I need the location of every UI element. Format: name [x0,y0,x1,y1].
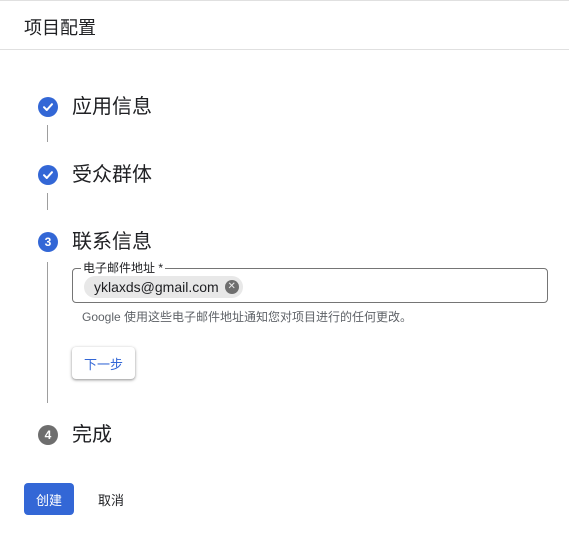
step-2-label[interactable]: 受众群体 [72,163,152,187]
page-header: 项目配置 [0,1,569,50]
step-1-label[interactable]: 应用信息 [72,95,152,119]
page-title: 项目配置 [24,18,96,38]
step-1-check-icon [38,97,58,117]
step-connector [47,262,48,403]
step-3-label[interactable]: 联系信息 [72,230,152,254]
step-connector [47,193,48,210]
email-chip-text: yklaxds@gmail.com [94,279,219,295]
email-chip: yklaxds@gmail.com ✕ [84,276,243,298]
step-2-check-icon [38,165,58,185]
email-field[interactable]: 电子邮件地址 * yklaxds@gmail.com ✕ [72,261,548,303]
email-field-label: 电子邮件地址 * [81,261,166,275]
create-button[interactable]: 创建 [24,483,74,515]
next-button[interactable]: 下一步 [72,347,135,379]
email-hint: Google 使用这些电子邮件地址通知您对项目进行的任何更改。 [82,310,413,324]
cancel-button[interactable]: 取消 [86,483,136,515]
step-connector [47,125,48,142]
close-circle-icon[interactable]: ✕ [224,280,239,294]
step-4-number-icon: 4 [38,425,58,445]
step-4-label: 完成 [72,424,112,446]
step-3-number-icon: 3 [38,232,58,252]
